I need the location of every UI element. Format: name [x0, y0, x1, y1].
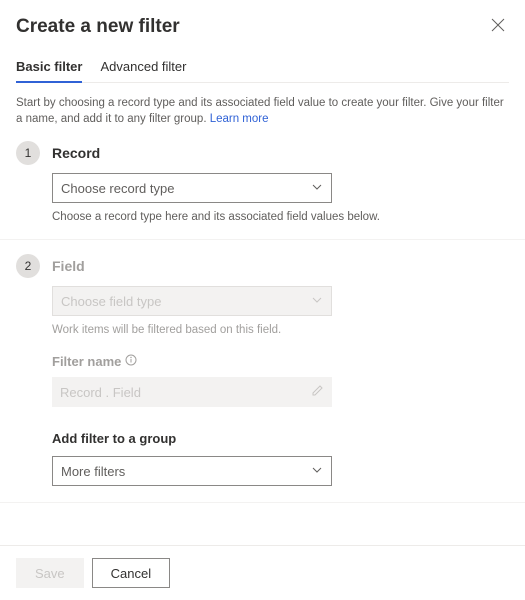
close-icon: [491, 18, 505, 32]
step-field: 2 Field Choose field type Work items wil…: [0, 240, 525, 503]
record-helper-text: Choose a record type here and its associ…: [52, 211, 509, 223]
tab-advanced-filter[interactable]: Advanced filter: [100, 59, 186, 82]
chevron-down-icon: [311, 294, 323, 309]
chevron-down-icon: [311, 464, 323, 479]
field-helper-text: Work items will be filtered based on thi…: [52, 324, 509, 336]
tab-bar: Basic filter Advanced filter: [16, 59, 509, 83]
step-number-2: 2: [16, 254, 40, 278]
save-button: Save: [16, 558, 84, 588]
close-button[interactable]: [487, 16, 509, 39]
tab-basic-filter[interactable]: Basic filter: [16, 59, 82, 82]
footer: Save Cancel: [0, 545, 525, 600]
edit-icon: [311, 384, 324, 400]
info-icon[interactable]: [125, 354, 137, 369]
step-number-1: 1: [16, 141, 40, 165]
step-record-title: Record: [52, 145, 100, 161]
step-record: 1 Record Choose record type Choose a rec…: [0, 127, 525, 240]
filter-name-placeholder: Record . Field: [60, 385, 141, 400]
filter-name-input: Record . Field: [52, 377, 332, 407]
panel-title: Create a new filter: [16, 16, 180, 38]
record-type-select[interactable]: Choose record type: [52, 173, 332, 203]
cancel-button[interactable]: Cancel: [92, 558, 170, 588]
filter-name-label: Filter name: [52, 354, 509, 369]
filter-group-select[interactable]: More filters: [52, 456, 332, 486]
add-to-group-label: Add filter to a group: [52, 431, 509, 446]
filter-name-label-text: Filter name: [52, 354, 121, 369]
record-type-placeholder: Choose record type: [61, 181, 174, 196]
filter-group-value: More filters: [61, 464, 125, 479]
intro-text: Start by choosing a record type and its …: [16, 95, 509, 127]
field-type-select: Choose field type: [52, 286, 332, 316]
chevron-down-icon: [311, 181, 323, 196]
learn-more-link[interactable]: Learn more: [210, 113, 269, 125]
step-field-title: Field: [52, 258, 85, 274]
field-type-placeholder: Choose field type: [61, 294, 161, 309]
